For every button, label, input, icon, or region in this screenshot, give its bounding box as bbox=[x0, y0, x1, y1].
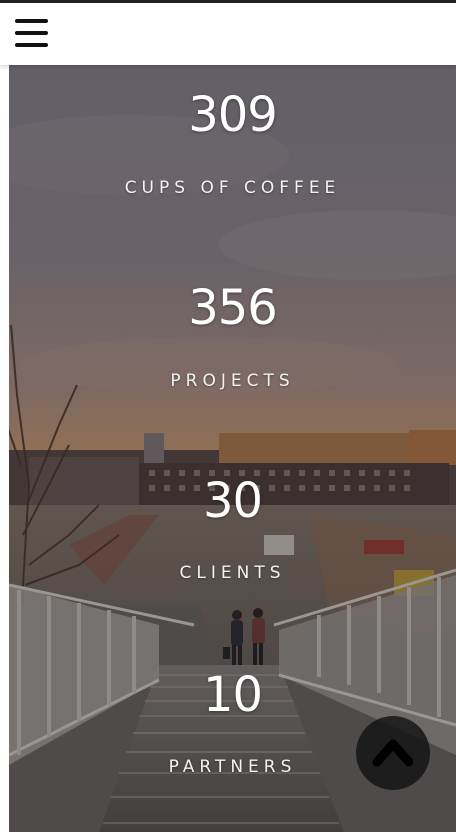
stat-label: CLIENTS bbox=[179, 563, 286, 583]
stat-number: 30 bbox=[202, 473, 263, 529]
stat-number: 309 bbox=[188, 87, 278, 143]
menu-bar bbox=[15, 43, 48, 47]
stat-label: PROJECTS bbox=[170, 371, 295, 391]
menu-bar bbox=[15, 19, 48, 23]
chevron-up-icon bbox=[372, 739, 414, 767]
stat-number: 356 bbox=[188, 280, 278, 336]
stat-label: CUPS OF COFFEE bbox=[124, 178, 341, 198]
scroll-to-top-button[interactable] bbox=[356, 716, 430, 790]
site-header bbox=[0, 3, 456, 65]
stat-number: 10 bbox=[202, 667, 263, 723]
stat-cups-of-coffee: 309 CUPS OF COFFEE bbox=[9, 87, 456, 199]
stat-clients: 30 CLIENTS bbox=[9, 473, 456, 584]
menu-bar bbox=[15, 31, 48, 35]
hamburger-menu-icon[interactable] bbox=[15, 19, 49, 49]
stat-projects: 356 PROJECTS bbox=[9, 280, 456, 392]
